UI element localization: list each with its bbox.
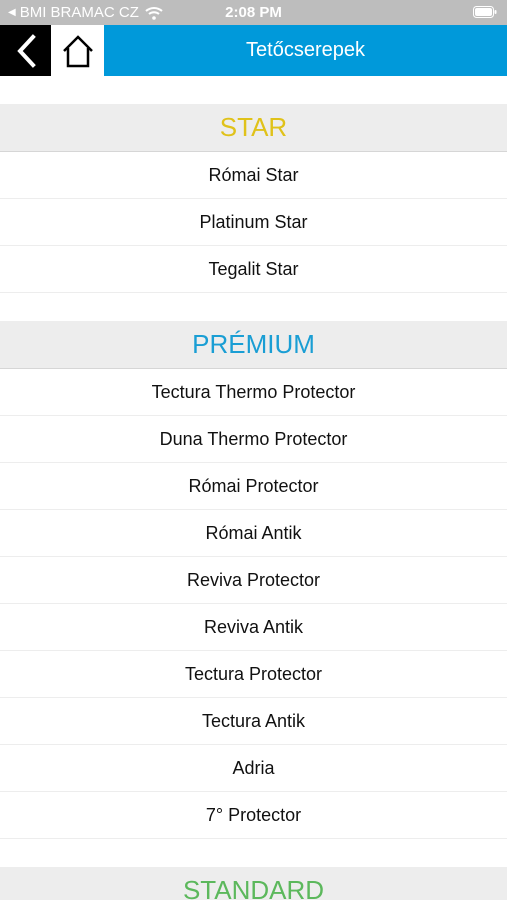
section-header: STAR: [0, 104, 507, 152]
list-item[interactable]: Tectura Thermo Protector: [0, 369, 507, 416]
section-header: STANDARD: [0, 867, 507, 900]
list-item[interactable]: 7° Protector: [0, 792, 507, 839]
list-content: STAR Római Star Platinum Star Tegalit Star P…: [0, 76, 507, 900]
section-spacer: [0, 839, 507, 867]
status-bar: ◀ BMI BRAMAC CZ 2:08 PM: [0, 0, 507, 25]
section-spacer: [0, 293, 507, 321]
battery-icon: [473, 6, 497, 18]
home-button[interactable]: [51, 25, 104, 76]
list-item[interactable]: Római Antik: [0, 510, 507, 557]
list-item[interactable]: Tectura Antik: [0, 698, 507, 745]
back-button[interactable]: [0, 25, 51, 76]
list-item[interactable]: Adria: [0, 745, 507, 792]
list-item[interactable]: Duna Thermo Protector: [0, 416, 507, 463]
status-time: 2:08 PM: [225, 4, 282, 21]
section-spacer: [0, 76, 507, 104]
list-item[interactable]: Tegalit Star: [0, 246, 507, 293]
home-icon: [62, 34, 93, 67]
list-item[interactable]: Platinum Star: [0, 199, 507, 246]
list-item[interactable]: Reviva Antik: [0, 604, 507, 651]
chevron-left-icon: [16, 33, 36, 68]
section-header: PRÉMIUM: [0, 321, 507, 369]
list-item[interactable]: Reviva Protector: [0, 557, 507, 604]
product-list[interactable]: STAR Római Star Platinum Star Tegalit Star P…: [0, 76, 507, 900]
list-item[interactable]: Római Star: [0, 152, 507, 199]
list-item[interactable]: Római Protector: [0, 463, 507, 510]
nav-bar: Tetőcserepek: [0, 25, 507, 76]
list-item[interactable]: Tectura Protector: [0, 651, 507, 698]
page-title: Tetőcserepek: [246, 39, 365, 61]
